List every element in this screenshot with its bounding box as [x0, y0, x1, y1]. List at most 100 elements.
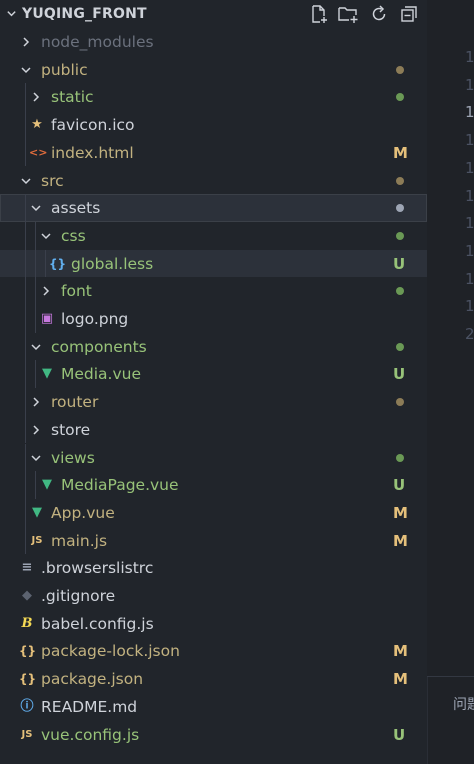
tree-item-label: global.less	[71, 254, 154, 273]
folder-row-views[interactable]: views	[0, 443, 427, 472]
tree-item-label: components	[51, 337, 147, 356]
folder-row-public[interactable]: public	[0, 56, 427, 84]
folder-row-components[interactable]: components	[0, 332, 427, 361]
folder-row-node-modules[interactable]: node_modules	[0, 28, 427, 56]
info-icon: ⓘ	[20, 698, 34, 714]
folder-row-css[interactable]: css	[0, 221, 427, 250]
indent-guide	[25, 415, 26, 444]
tree-item-label: store	[51, 420, 91, 439]
chevron-right-icon[interactable]	[30, 91, 42, 103]
tree-item-label: App.vue	[51, 503, 115, 522]
git-status-dot	[396, 398, 404, 407]
html-icon: <>	[29, 145, 48, 159]
line-number: 1	[465, 103, 474, 122]
chevron-right-icon[interactable]	[30, 424, 42, 436]
git-status-badge: M	[393, 143, 408, 162]
explorer-pane: YUQING_FRONT node_modulespublic static ★ fa…	[0, 0, 427, 764]
file-row-global-less[interactable]: {} global.less U	[0, 249, 427, 278]
chevron-down-icon[interactable]	[40, 230, 52, 242]
git-status-dot	[396, 204, 404, 213]
git-status-dot	[396, 93, 404, 102]
line-number: 1	[465, 214, 474, 233]
panel-divider	[427, 676, 474, 677]
chevron-down-icon[interactable]	[30, 341, 42, 353]
chevron-down-icon[interactable]	[30, 202, 42, 214]
chevron-right-icon[interactable]	[20, 36, 32, 48]
folder-row-router[interactable]: router	[0, 388, 427, 416]
indent-guide	[35, 249, 36, 278]
indent-guide	[25, 277, 26, 305]
file-row-favicon-ico[interactable]: ★ favicon.ico	[0, 111, 427, 139]
indent-guide	[35, 471, 36, 499]
folder-row-assets[interactable]: assets	[0, 194, 427, 222]
indent-guide	[35, 360, 36, 389]
indent-guide	[25, 138, 26, 167]
indent-guide	[25, 360, 26, 389]
collapse-all-icon[interactable]	[399, 4, 419, 24]
tree-item-label: assets	[51, 199, 101, 218]
git-status-badge: M	[393, 531, 408, 550]
file-row-vue-config-js[interactable]: JS vue.config.js U	[0, 721, 427, 749]
file-row-package-json[interactable]: {} package.json M	[0, 665, 427, 693]
git-status-dot	[396, 231, 404, 240]
line-number: 1	[465, 131, 474, 150]
indent-guide	[25, 221, 26, 250]
image-icon: ▣	[40, 311, 54, 326]
js-icon: JS	[21, 728, 33, 740]
tree-item-label: public	[41, 60, 88, 79]
folder-row-src[interactable]: src	[0, 167, 427, 195]
file-row-gitignore[interactable]: ◆ .gitignore	[0, 582, 427, 610]
vue-icon: ▼	[42, 366, 52, 382]
chevron-down-icon[interactable]	[6, 8, 17, 19]
chevron-down-icon[interactable]	[30, 452, 42, 464]
file-row-main-js[interactable]: JS main.js M	[0, 526, 427, 555]
git-status-badge: M	[393, 670, 408, 689]
git-status-dot	[396, 453, 404, 462]
tree-item-label: node_modules	[41, 33, 154, 51]
tree-item-label: favicon.ico	[51, 116, 135, 135]
line-number: 1	[465, 241, 474, 260]
chevron-down-icon[interactable]	[20, 175, 32, 187]
folder-row-static[interactable]: static	[0, 83, 427, 112]
tree-item-label: css	[61, 226, 86, 245]
indent-guide	[45, 249, 46, 278]
chevron-right-icon[interactable]	[30, 396, 42, 408]
json-braces-icon: {}	[19, 672, 37, 687]
problems-tab[interactable]: 问题	[453, 694, 474, 714]
indent-guide	[25, 443, 26, 472]
chevron-right-icon[interactable]	[40, 285, 52, 297]
file-row-browserslistrc[interactable]: ≡ .browserslistrc	[0, 554, 427, 582]
line-number: 1	[465, 186, 474, 205]
file-row-package-lock-json[interactable]: {} package-lock.json M	[0, 637, 427, 665]
panel-border	[427, 676, 428, 764]
folder-row-font[interactable]: font	[0, 277, 427, 305]
git-status-badge: U	[393, 725, 406, 744]
file-row-babel-config-js[interactable]: Bbabel.config.js	[0, 610, 427, 638]
file-row-mediapage-vue[interactable]: ▼ MediaPage.vue U	[0, 471, 427, 499]
indent-guide	[25, 249, 26, 278]
chevron-down-icon[interactable]	[20, 64, 32, 76]
indent-guide	[35, 221, 36, 250]
tree-item-label: package.json	[41, 670, 144, 689]
refresh-icon[interactable]	[369, 4, 389, 24]
new-file-icon[interactable]	[309, 4, 329, 24]
json-braces-icon: {}	[49, 256, 67, 271]
indent-guide	[25, 305, 26, 333]
git-status-dot	[396, 287, 404, 296]
tree-item-label: font	[61, 282, 92, 301]
file-row-media-vue[interactable]: ▼ Media.vue U	[0, 360, 427, 389]
file-row-logo-png[interactable]: ▣ logo.png	[0, 305, 427, 333]
indent-guide	[35, 277, 36, 305]
indent-guide	[25, 332, 26, 361]
tree-item-label: main.js	[51, 531, 108, 550]
new-folder-icon[interactable]	[338, 4, 358, 24]
explorer-header[interactable]: YUQING_FRONT	[0, 0, 427, 28]
git-status-dot	[396, 342, 404, 351]
tree-item-label: logo.png	[61, 310, 129, 328]
tree-item-label: vue.config.js	[41, 725, 140, 744]
file-row-app-vue[interactable]: ▼ App.vue M	[0, 498, 427, 527]
js-icon: JS	[31, 534, 43, 546]
folder-row-store[interactable]: store	[0, 415, 427, 444]
file-row-index-html[interactable]: <> index.html M	[0, 138, 427, 167]
file-row-readme-md[interactable]: ⓘ README.md	[0, 693, 427, 721]
